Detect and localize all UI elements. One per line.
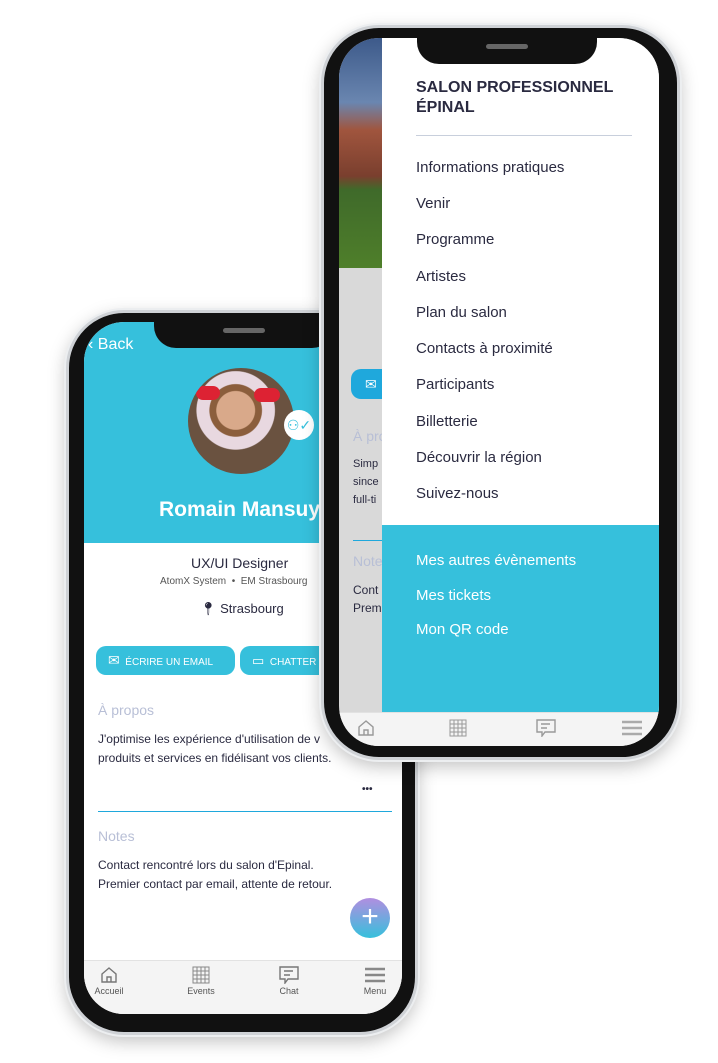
tab-chat[interactable]: Chat: [264, 966, 314, 996]
school: EM Strasbourg: [240, 576, 308, 587]
location: 📍︎ Strasbourg: [200, 601, 284, 617]
menu-divider: [416, 135, 632, 136]
tab-accueil[interactable]: Accueil: [84, 966, 134, 996]
tab-accueil[interactable]: [341, 719, 391, 739]
about-heading: À propos: [98, 702, 155, 718]
notes-fragment-2: Prem: [353, 601, 382, 615]
menu-item-informations[interactable]: Informations pratiques: [416, 159, 564, 176]
tab-label: Menu: [363, 986, 387, 996]
divider: [98, 811, 392, 812]
tab-label: Chat: [279, 986, 299, 996]
chat-icon: ▭: [252, 653, 265, 668]
notes-fragment-1: Cont: [353, 583, 379, 597]
text-fragment-3: full-ti: [353, 494, 377, 506]
tab-events[interactable]: Events: [176, 966, 226, 996]
job-title: UX/UI Designer: [191, 555, 289, 571]
back-button[interactable]: ‹ Back: [88, 336, 133, 354]
tab-menu[interactable]: Menu: [350, 966, 400, 996]
add-fab[interactable]: +: [350, 898, 390, 938]
menu-screen: ✉ À pro Simp since full-ti Note Cont Pre…: [339, 38, 659, 746]
menu-item-qr-code[interactable]: Mon QR code: [416, 621, 509, 638]
tab-label: Accueil: [94, 986, 124, 996]
tab-bar: Accueil Events Chat Menu: [84, 960, 402, 1014]
avatar[interactable]: [188, 368, 294, 474]
location-text: Strasbourg: [220, 601, 284, 616]
company: AtomX System: [160, 576, 227, 587]
menu-item-tickets[interactable]: Mes tickets: [416, 587, 491, 604]
notes-text-1: Contact rencontré lors du salon d'Epinal…: [98, 858, 314, 872]
about-text-1: J'optimise les expérience d'utilisation …: [98, 732, 321, 746]
back-label: Back: [97, 336, 134, 353]
menu-title-line-1: SALON PROFESSIONNEL: [416, 79, 614, 96]
mail-icon: ✉: [108, 652, 120, 668]
menu-item-region[interactable]: Découvrir la région: [416, 449, 542, 466]
about-text-2: produits et services en fidélisant vos c…: [98, 751, 332, 765]
chat-icon: [279, 966, 299, 984]
menu-title-line-2: ÉPINAL: [416, 99, 475, 116]
mail-icon: ✉: [365, 376, 377, 392]
affiliations: AtomX System • EM Strasbourg: [160, 576, 308, 587]
chat-button-label: CHATTER: [269, 657, 317, 668]
menu-icon: [622, 720, 642, 736]
email-button[interactable]: ✉ ÉCRIRE UN EMAIL: [96, 646, 235, 675]
user-check-icon: ⚇✓: [286, 417, 312, 433]
menu-item-venir[interactable]: Venir: [416, 195, 450, 212]
location-pin-icon: 📍︎: [200, 601, 217, 616]
notes-heading: Notes: [98, 828, 135, 844]
notes-fragment: Note: [353, 553, 383, 569]
notch: [417, 38, 597, 64]
home-icon: [358, 720, 374, 736]
plus-icon: +: [361, 900, 379, 933]
more-button[interactable]: •••: [362, 784, 373, 795]
text-fragment-2: since: [353, 476, 379, 488]
menu-item-plan[interactable]: Plan du salon: [416, 304, 507, 321]
tab-chat[interactable]: [521, 719, 571, 739]
menu-item-artistes[interactable]: Artistes: [416, 268, 466, 285]
notes-text-2: Premier contact par email, attente de re…: [98, 877, 333, 891]
menu-item-autres-evenements[interactable]: Mes autres évènements: [416, 552, 576, 569]
chat-icon: [536, 719, 556, 737]
side-menu: SALON PROFESSIONNEL ÉPINAL Informations …: [382, 38, 659, 712]
menu-item-billetterie[interactable]: Billetterie: [416, 413, 478, 430]
email-button-label: ÉCRIRE UN EMAIL: [125, 657, 214, 668]
menu-item-contacts[interactable]: Contacts à proximité: [416, 340, 553, 357]
grid-icon: [449, 719, 467, 737]
home-icon: [101, 967, 117, 983]
secondary-menu: Mes autres évènements Mes tickets Mon QR…: [382, 525, 659, 712]
contact-added-badge[interactable]: ⚇✓: [284, 410, 314, 440]
menu-item-participants[interactable]: Participants: [416, 376, 494, 393]
menu-title: SALON PROFESSIONNEL ÉPINAL: [416, 78, 613, 118]
grid-icon: [192, 966, 210, 984]
tab-bar: [339, 712, 659, 746]
menu-item-programme[interactable]: Programme: [416, 231, 494, 248]
tab-label: Events: [187, 986, 215, 996]
text-fragment-1: Simp: [353, 458, 379, 470]
notch: [154, 322, 334, 348]
menu-item-suivez[interactable]: Suivez-nous: [416, 485, 499, 502]
tab-events[interactable]: [433, 719, 483, 739]
tab-menu[interactable]: [607, 719, 657, 739]
menu-icon: [365, 967, 385, 983]
